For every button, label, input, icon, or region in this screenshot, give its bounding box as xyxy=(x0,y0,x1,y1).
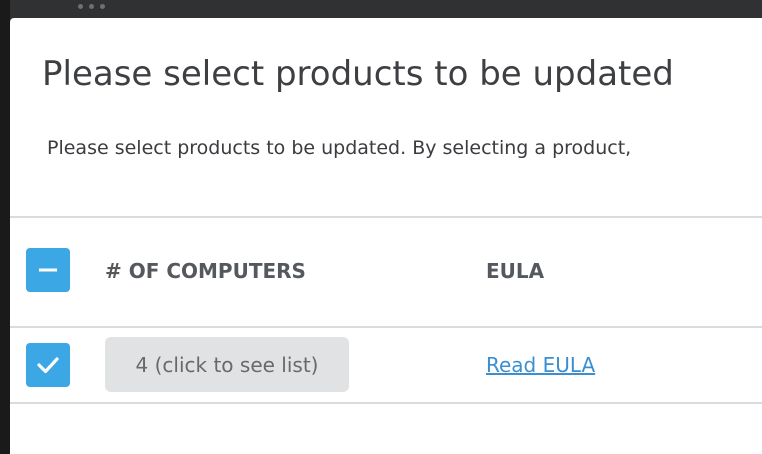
select-all-checkbox[interactable] xyxy=(26,248,70,292)
column-header-computers: # OF COMPUTERS xyxy=(105,259,306,283)
computers-list-button[interactable]: 4 (click to see list) xyxy=(105,337,349,392)
read-eula-link[interactable]: Read EULA xyxy=(486,353,595,377)
checkmark-icon xyxy=(37,357,59,374)
column-header-eula: EULA xyxy=(486,259,545,283)
divider xyxy=(10,326,762,328)
product-selection-dialog: Please select products to be updated Ple… xyxy=(10,18,762,454)
divider xyxy=(10,216,762,218)
divider xyxy=(10,402,762,404)
minus-icon xyxy=(39,268,57,272)
row-checkbox[interactable] xyxy=(26,343,70,387)
dialog-title: Please select products to be updated xyxy=(42,54,674,94)
background-window-bar xyxy=(0,0,762,20)
dialog-description: Please select products to be updated. By… xyxy=(47,137,632,159)
background-window-edge xyxy=(0,0,10,454)
more-options-icon xyxy=(78,4,105,9)
